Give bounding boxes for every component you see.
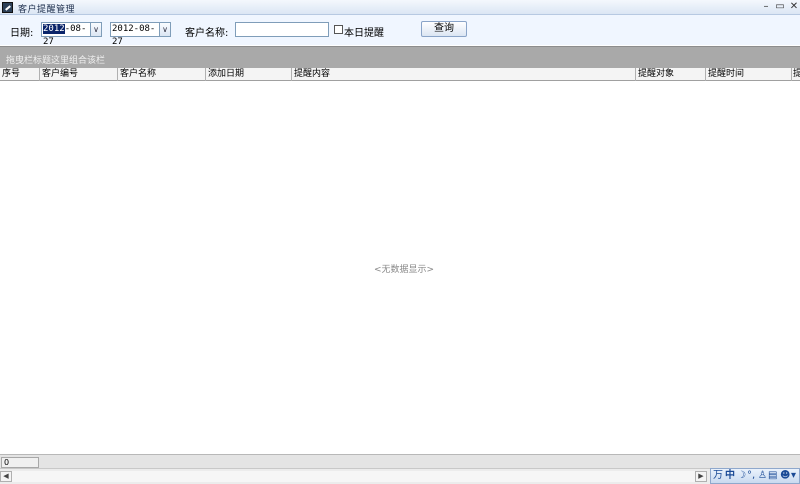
ime-skin-icon[interactable]: ☻ bbox=[780, 470, 790, 482]
grid-body[interactable]: <无数据显示> bbox=[0, 82, 800, 454]
record-count: 0 bbox=[1, 457, 39, 468]
end-date-field[interactable]: 2012-08-27 bbox=[110, 22, 160, 47]
empty-data-message: <无数据显示> bbox=[374, 265, 435, 275]
chevron-down-icon: ∨ bbox=[93, 25, 99, 34]
group-by-hint: 拖曳栏标题这里组合该栏 bbox=[6, 56, 106, 66]
start-date-field[interactable]: 2012-08-27 bbox=[41, 22, 91, 47]
group-by-panel[interactable]: 拖曳栏标题这里组合该栏 bbox=[0, 46, 800, 68]
ime-punctuation-icon[interactable]: °, bbox=[747, 470, 755, 482]
scroll-track[interactable] bbox=[12, 471, 695, 482]
chevron-down-icon: ∨ bbox=[162, 25, 168, 34]
ime-toolbar: 万 中 ☽ °, ♙ ▤ ☻ ▾ bbox=[710, 468, 800, 484]
customer-name-input[interactable] bbox=[235, 22, 329, 37]
column-header-reminder-time[interactable]: 提醒时间 bbox=[706, 68, 792, 81]
ime-menu-icon[interactable]: ▾ bbox=[791, 470, 796, 482]
customer-name-label: 客户名称: bbox=[185, 28, 229, 39]
start-date-dropdown-button[interactable]: ∨ bbox=[90, 22, 102, 37]
grid-footer: 0 bbox=[0, 454, 800, 468]
column-header-reminder-target[interactable]: 提醒对象 bbox=[636, 68, 706, 81]
column-header-customer-name[interactable]: 客户名称 bbox=[118, 68, 206, 81]
start-date-year-selected: 2012 bbox=[43, 24, 65, 34]
grid-header: 序号 客户编号 客户名称 添加日期 提醒内容 提醒对象 提醒时间 提 bbox=[0, 68, 800, 81]
minimize-button[interactable]: – bbox=[760, 1, 772, 13]
column-header-truncated[interactable]: 提 bbox=[792, 68, 800, 81]
date-label: 日期: bbox=[10, 28, 34, 39]
ime-user-icon[interactable]: ♙ bbox=[758, 470, 767, 482]
title-bar: 客户提醒管理 – ▭ ✕ bbox=[0, 0, 800, 15]
maximize-button[interactable]: ▭ bbox=[774, 1, 786, 13]
window-title: 客户提醒管理 bbox=[18, 5, 76, 15]
close-button[interactable]: ✕ bbox=[788, 1, 800, 13]
end-date-dropdown-button[interactable]: ∨ bbox=[159, 22, 171, 37]
ime-chinese-icon[interactable]: 中 bbox=[725, 470, 735, 482]
column-header-customer-code[interactable]: 客户编号 bbox=[40, 68, 118, 81]
scroll-left-button[interactable]: ◀ bbox=[0, 471, 12, 482]
scroll-right-button[interactable]: ▶ bbox=[695, 471, 707, 482]
column-header-added-date[interactable]: 添加日期 bbox=[206, 68, 292, 81]
today-reminder-label[interactable]: 本日提醒 bbox=[344, 24, 384, 39]
ime-mode-icon[interactable]: 万 bbox=[713, 470, 723, 482]
ime-fullwidth-icon[interactable]: ☽ bbox=[737, 470, 746, 482]
filter-toolbar: 日期: 2012-08-27 ∨ 2012-08-27 ∨ 客户名称: 本日提醒… bbox=[0, 15, 800, 47]
column-header-index[interactable]: 序号 bbox=[0, 68, 40, 81]
today-reminder-checkbox[interactable] bbox=[334, 25, 343, 34]
ime-keyboard-icon[interactable]: ▤ bbox=[768, 470, 777, 482]
query-button[interactable]: 查询 bbox=[421, 21, 467, 37]
app-icon bbox=[2, 2, 13, 13]
column-header-reminder-content[interactable]: 提醒内容 bbox=[292, 68, 636, 81]
horizontal-scrollbar[interactable]: ◀ ▶ bbox=[0, 468, 800, 484]
